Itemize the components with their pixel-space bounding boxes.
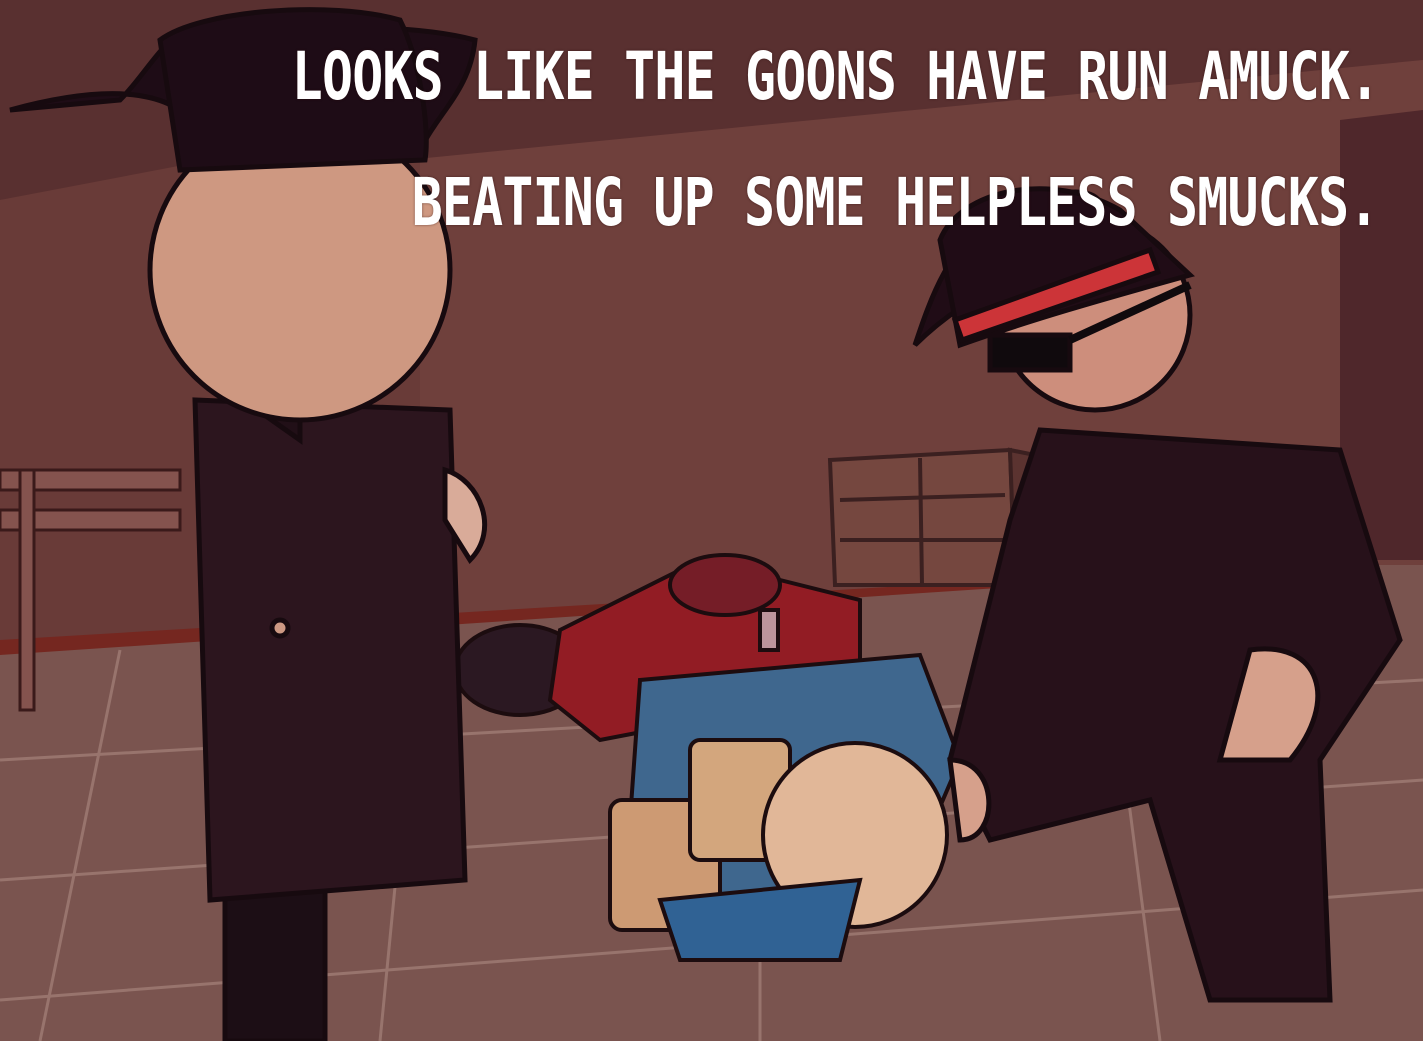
scene-illustration — [0, 0, 1423, 1041]
tone-overlay — [0, 0, 1423, 1041]
caption-line-1: LOOKS LIKE THE GOONS HAVE RUN AMUCK. — [291, 38, 1379, 115]
game-scene: LOOKS LIKE THE GOONS HAVE RUN AMUCK. BEA… — [0, 0, 1423, 1041]
caption-line-2: BEATING UP SOME HELPLESS SMUCKS. — [412, 164, 1380, 241]
